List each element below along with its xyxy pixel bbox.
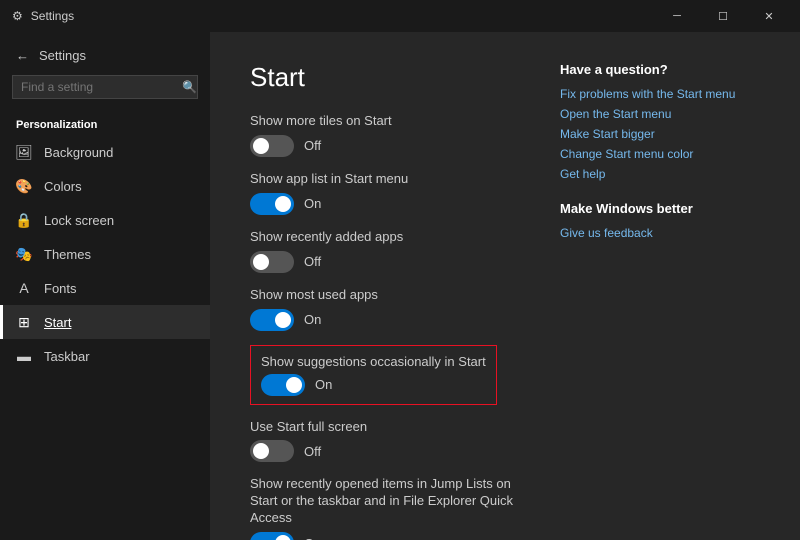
back-label: Settings	[39, 48, 86, 63]
sidebar-item-label: Fonts	[44, 281, 77, 296]
themes-icon: 🎭	[16, 246, 32, 262]
help-link[interactable]: Change Start menu color	[560, 147, 760, 161]
toggle-knob	[253, 138, 269, 154]
toggle-row: On	[250, 532, 520, 540]
toggle-show-more-tiles[interactable]	[250, 135, 294, 157]
sidebar-item-label: Colors	[44, 179, 82, 194]
setting-label: Show more tiles on Start	[250, 113, 520, 130]
title-bar: ⚙ Settings ─ ☐ ✕	[0, 0, 800, 32]
fonts-icon: A	[16, 280, 32, 296]
close-button[interactable]: ✕	[746, 0, 792, 32]
sidebar-item-themes[interactable]: 🎭 Themes	[0, 237, 210, 271]
sidebar-section-label: Personalization	[0, 111, 210, 135]
maximize-button[interactable]: ☐	[700, 0, 746, 32]
toggle-row: On	[261, 374, 486, 396]
sidebar-item-taskbar[interactable]: ▬ Taskbar	[0, 339, 210, 373]
toggle-full-screen[interactable]	[250, 440, 294, 462]
toggle-state-label: On	[304, 536, 321, 540]
help-links: Fix problems with the Start menu Open the…	[560, 87, 760, 181]
search-icon: 🔍	[182, 80, 197, 94]
sidebar-item-colors[interactable]: 🎨 Colors	[0, 169, 210, 203]
sidebar-nav: 🖼 Background 🎨 Colors 🔒 Lock screen 🎭 Th…	[0, 135, 210, 373]
sidebar-back-button[interactable]: ← Settings	[0, 40, 210, 71]
toggle-knob	[253, 443, 269, 459]
setting-label: Show app list in Start menu	[250, 171, 520, 188]
minimize-button[interactable]: ─	[654, 0, 700, 32]
help-panel: Have a question? Fix problems with the S…	[560, 62, 760, 520]
setting-label: Show recently added apps	[250, 229, 520, 246]
toggle-state-label: Off	[304, 254, 321, 269]
help-section-2-title: Make Windows better	[560, 201, 760, 216]
setting-show-most-used: Show most used apps On	[250, 287, 520, 331]
toggle-state-label: On	[315, 377, 332, 392]
sidebar-item-fonts[interactable]: A Fonts	[0, 271, 210, 305]
setting-show-recently-added: Show recently added apps Off	[250, 229, 520, 273]
setting-show-app-list: Show app list in Start menu On	[250, 171, 520, 215]
sidebar-item-label: Start	[44, 315, 71, 330]
help-link[interactable]: Open the Start menu	[560, 107, 760, 121]
help-section-2: Make Windows better Give us feedback	[560, 201, 760, 240]
toggle-show-app-list[interactable]	[250, 193, 294, 215]
help-link[interactable]: Fix problems with the Start menu	[560, 87, 760, 101]
sidebar-item-start[interactable]: ⊞ Start	[0, 305, 210, 339]
toggle-row: On	[250, 193, 520, 215]
setting-full-screen: Use Start full screen Off	[250, 419, 520, 463]
toggle-row: On	[250, 309, 520, 331]
content-main: Start Show more tiles on Start Off Show …	[250, 62, 520, 520]
help-title: Have a question?	[560, 62, 760, 77]
sidebar-item-label: Taskbar	[44, 349, 90, 364]
toggle-row: Off	[250, 135, 520, 157]
page-title: Start	[250, 62, 520, 93]
back-arrow-icon: ←	[16, 48, 29, 63]
help-link[interactable]: Make Start bigger	[560, 127, 760, 141]
setting-label: Show suggestions occasionally in Start	[261, 354, 486, 369]
help-link[interactable]: Get help	[560, 167, 760, 181]
toggle-knob	[275, 535, 291, 540]
setting-show-more-tiles: Show more tiles on Start Off	[250, 113, 520, 157]
sidebar-item-label: Lock screen	[44, 213, 114, 228]
toggle-show-most-used[interactable]	[250, 309, 294, 331]
toggle-state-label: On	[304, 196, 321, 211]
toggle-row: Off	[250, 251, 520, 273]
title-bar-controls: ─ ☐ ✕	[654, 0, 792, 32]
toggle-knob	[253, 254, 269, 270]
setting-label: Use Start full screen	[250, 419, 520, 436]
sidebar-item-label: Themes	[44, 247, 91, 262]
toggle-knob	[286, 377, 302, 393]
toggle-state-label: On	[304, 312, 321, 327]
setting-label: Show recently opened items in Jump Lists…	[250, 476, 520, 527]
suggestion-highlight-box: Show suggestions occasionally in Start O…	[250, 345, 497, 405]
toggle-show-suggestions[interactable]	[261, 374, 305, 396]
title-bar-left: ⚙ Settings	[12, 9, 74, 23]
setting-show-suggestions: Show suggestions occasionally in Start O…	[250, 345, 520, 419]
toggle-knob	[275, 196, 291, 212]
settings-icon: ⚙	[12, 9, 23, 23]
help-links-2: Give us feedback	[560, 226, 760, 240]
toggle-row: Off	[250, 440, 520, 462]
start-icon: ⊞	[16, 314, 32, 330]
search-input[interactable]	[21, 80, 176, 94]
toggle-recently-opened[interactable]	[250, 532, 294, 540]
sidebar: ← Settings 🔍 Personalization 🖼 Backgroun…	[0, 32, 210, 540]
title-bar-title: Settings	[31, 9, 74, 23]
toggle-knob	[275, 312, 291, 328]
colors-icon: 🎨	[16, 178, 32, 194]
toggle-state-label: Off	[304, 444, 321, 459]
main-layout: ← Settings 🔍 Personalization 🖼 Backgroun…	[0, 32, 800, 540]
lockscreen-icon: 🔒	[16, 212, 32, 228]
settings-list: Show more tiles on Start Off Show app li…	[250, 113, 520, 540]
background-icon: 🖼	[16, 144, 32, 160]
setting-label: Show most used apps	[250, 287, 520, 304]
toggle-state-label: Off	[304, 138, 321, 153]
help-link-feedback[interactable]: Give us feedback	[560, 226, 760, 240]
content-area: Start Show more tiles on Start Off Show …	[210, 32, 800, 540]
sidebar-item-label: Background	[44, 145, 113, 160]
sidebar-item-background[interactable]: 🖼 Background	[0, 135, 210, 169]
taskbar-icon: ▬	[16, 348, 32, 364]
sidebar-item-lockscreen[interactable]: 🔒 Lock screen	[0, 203, 210, 237]
toggle-show-recently-added[interactable]	[250, 251, 294, 273]
setting-recently-opened: Show recently opened items in Jump Lists…	[250, 476, 520, 540]
search-box[interactable]: 🔍	[12, 75, 198, 99]
